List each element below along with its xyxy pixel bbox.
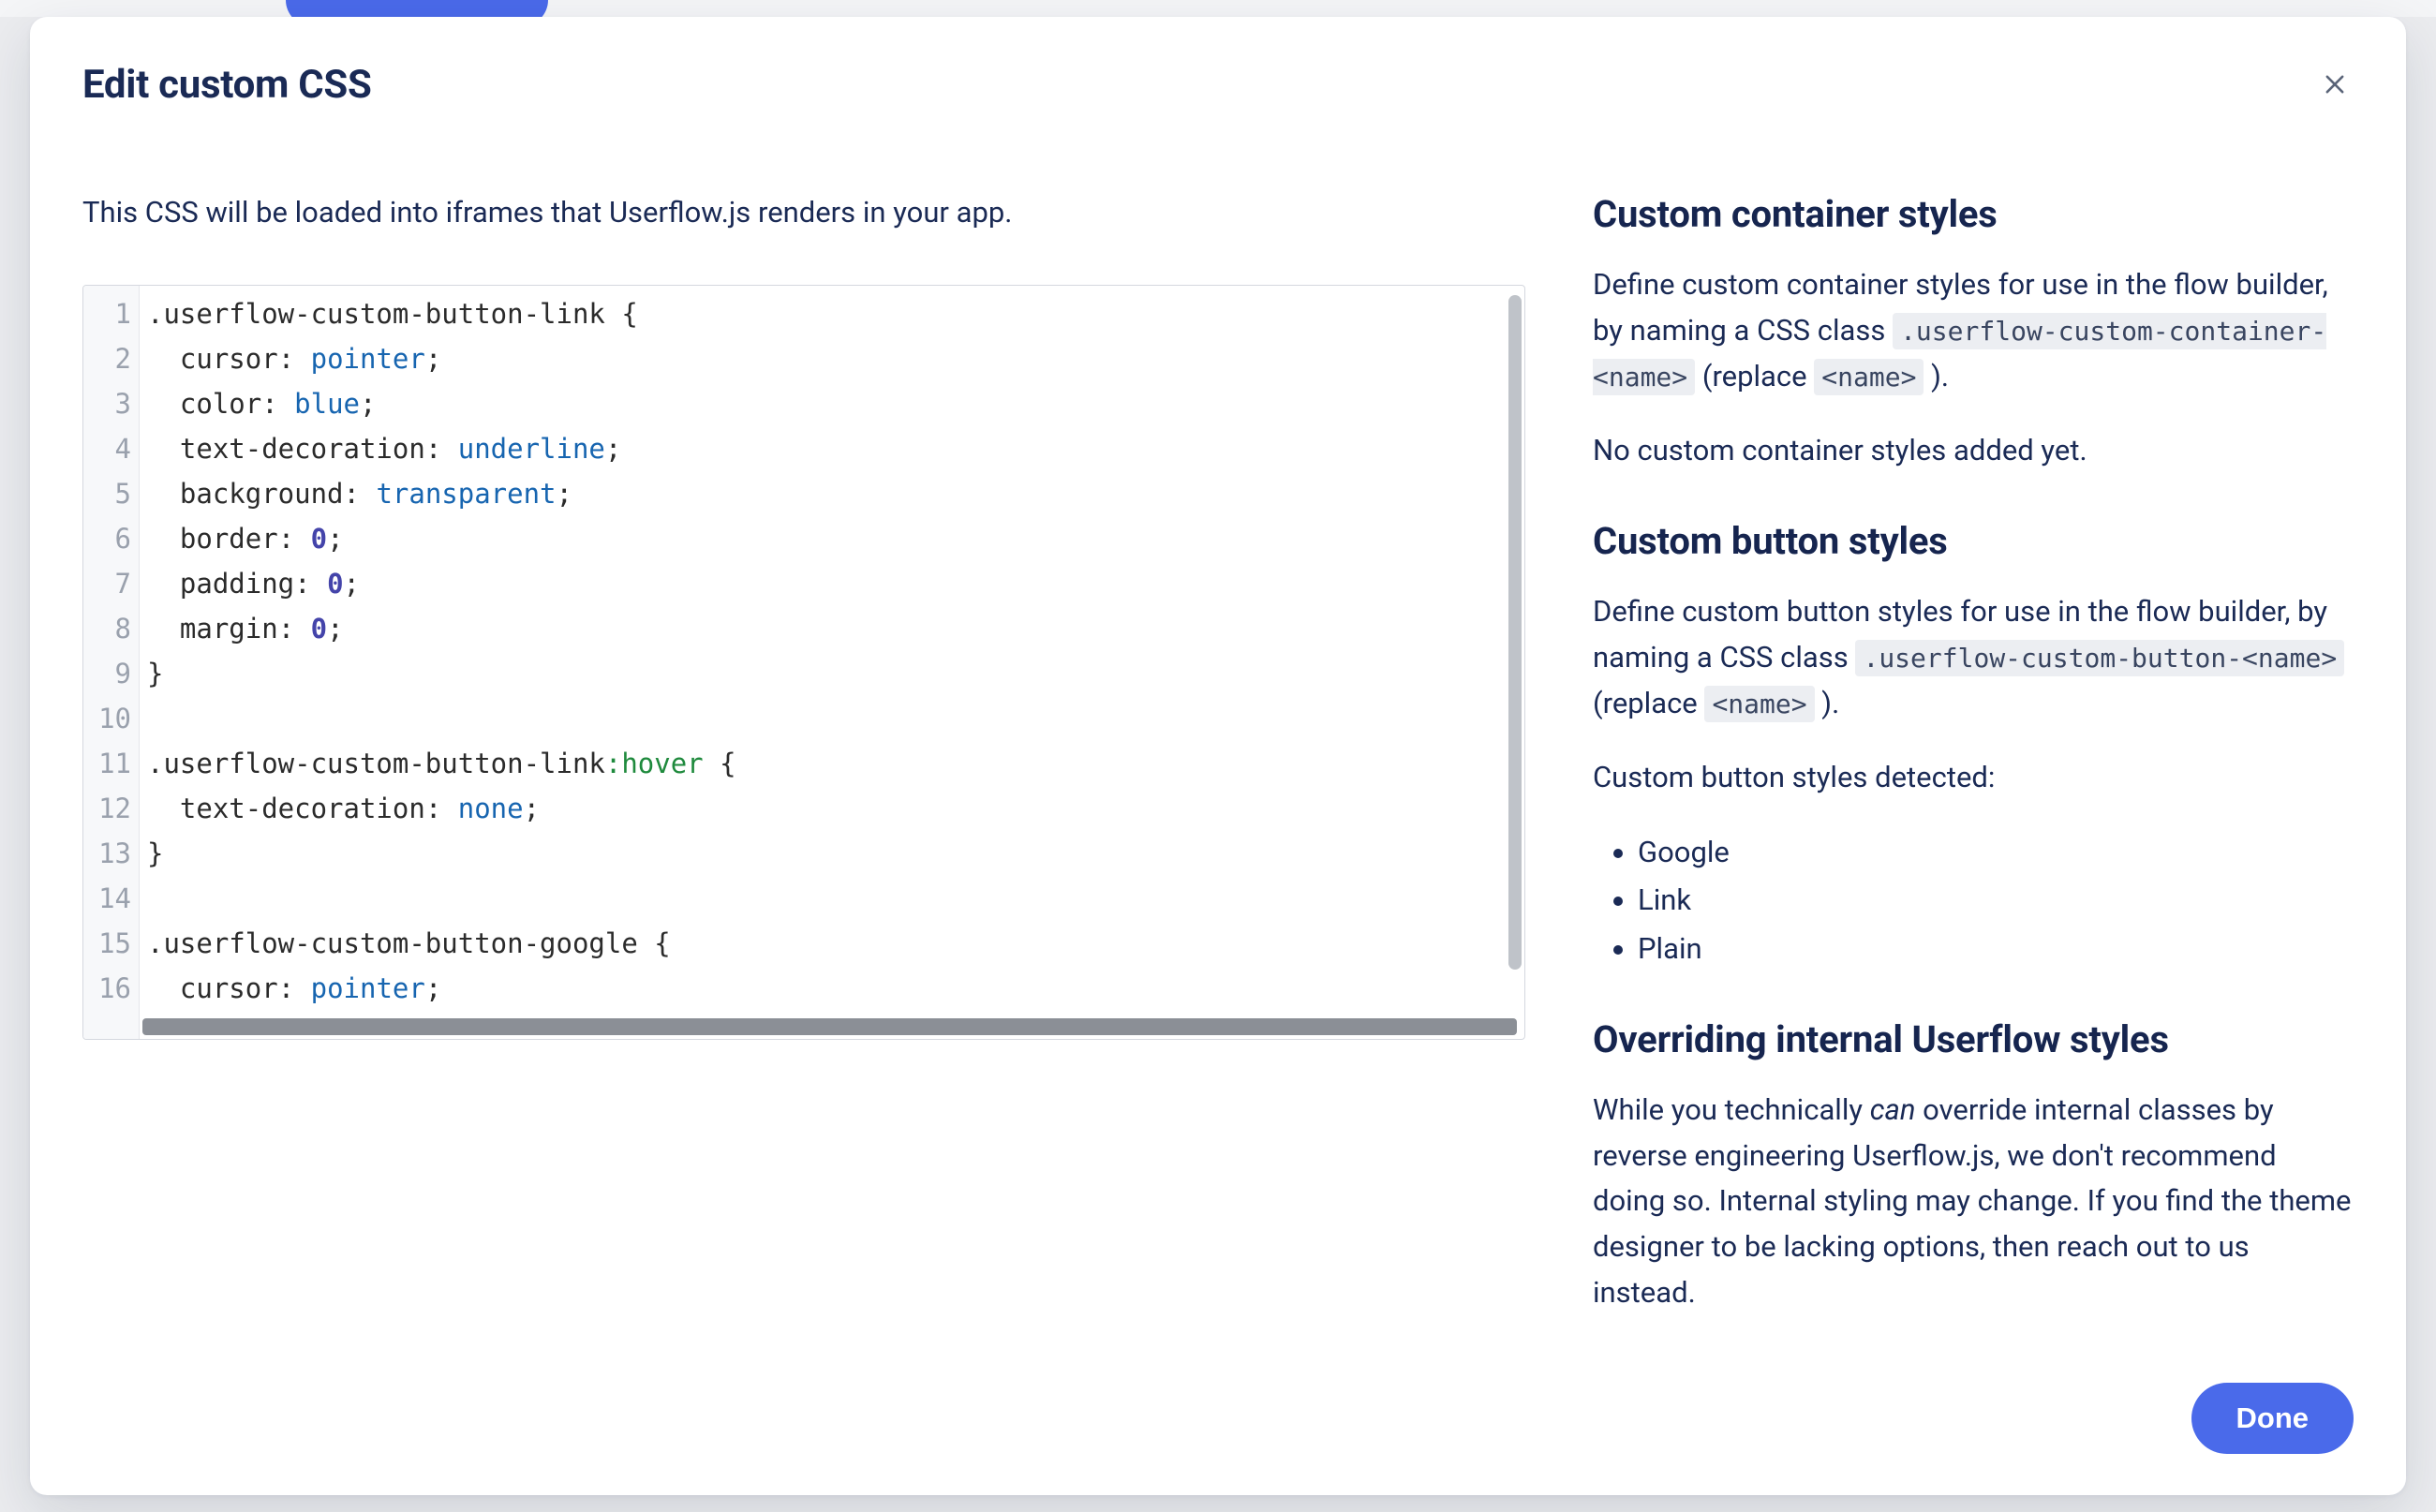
line-number: 13 — [83, 831, 139, 876]
line-number: 10 — [83, 696, 139, 741]
section-button-styles: Custom button styles Define custom butto… — [1593, 519, 2354, 972]
list-item: Google — [1638, 829, 2354, 876]
code-area[interactable]: .userflow-custom-button-link { cursor: p… — [140, 286, 1524, 1039]
line-number: 1 — [83, 291, 139, 336]
close-button[interactable] — [2316, 66, 2354, 103]
code-line: } — [147, 651, 1524, 696]
line-number: 14 — [83, 876, 139, 921]
section-container-styles: Custom container styles Define custom co… — [1593, 192, 2354, 474]
section-override: Overriding internal Userflow styles Whil… — [1593, 1017, 2354, 1317]
intro-text: This CSS will be loaded into iframes tha… — [82, 192, 1525, 234]
code-line: .userflow-custom-button-link { — [147, 291, 1524, 336]
modal-title: Edit custom CSS — [82, 62, 372, 108]
code-line: .userflow-custom-button-link:hover { — [147, 741, 1524, 786]
code-chip: .userflow-custom-button-<name> — [1855, 640, 2344, 676]
code-chip: <name> — [1704, 686, 1814, 722]
modal-footer: Done — [82, 1383, 2354, 1454]
help-sidebar: Custom container styles Define custom co… — [1593, 192, 2354, 1349]
line-number: 16 — [83, 966, 139, 1011]
code-line: color: blue; — [147, 381, 1524, 426]
code-line: .userflow-custom-button-google { — [147, 921, 1524, 966]
override-desc: While you technically can override inter… — [1593, 1088, 2354, 1317]
code-line: margin: 0; — [147, 606, 1524, 651]
code-chip: <name> — [1814, 359, 1924, 395]
line-number: 12 — [83, 786, 139, 831]
horizontal-scrollbar[interactable] — [142, 1018, 1517, 1035]
code-line: cursor: pointer; — [147, 966, 1524, 1011]
code-line: text-decoration: underline; — [147, 426, 1524, 471]
container-empty: No custom container styles added yet. — [1593, 428, 2354, 474]
line-number: 4 — [83, 426, 139, 471]
detected-label: Custom button styles detected: — [1593, 755, 2354, 801]
code-line: text-decoration: none; — [147, 786, 1524, 831]
modal-header: Edit custom CSS — [82, 62, 2354, 108]
list-item: Plain — [1638, 926, 2354, 972]
line-number: 7 — [83, 561, 139, 606]
container-desc: Define custom container styles for use i… — [1593, 262, 2354, 400]
line-number: 15 — [83, 921, 139, 966]
done-button[interactable]: Done — [2191, 1383, 2354, 1454]
detected-button-styles-list: GoogleLinkPlain — [1593, 829, 2354, 972]
close-icon — [2322, 86, 2348, 100]
line-number: 3 — [83, 381, 139, 426]
line-number: 6 — [83, 516, 139, 561]
code-gutter: 12345678910111213141516 — [83, 286, 140, 1039]
edit-css-modal: Edit custom CSS This CSS will be loaded … — [30, 17, 2406, 1495]
line-number: 5 — [83, 471, 139, 516]
css-code-editor[interactable]: 12345678910111213141516 .userflow-custom… — [82, 285, 1525, 1040]
code-line: } — [147, 831, 1524, 876]
code-line: cursor: pointer; — [147, 336, 1524, 381]
code-line — [147, 696, 1524, 741]
code-line: background: transparent; — [147, 471, 1524, 516]
vertical-scrollbar[interactable] — [1508, 295, 1522, 970]
line-number: 11 — [83, 741, 139, 786]
line-number: 9 — [83, 651, 139, 696]
button-desc: Define custom button styles for use in t… — [1593, 589, 2354, 727]
line-number: 8 — [83, 606, 139, 651]
code-line: padding: 0; — [147, 561, 1524, 606]
heading-container-styles: Custom container styles — [1593, 192, 2354, 236]
heading-button-styles: Custom button styles — [1593, 519, 2354, 563]
code-line: border: 0; — [147, 516, 1524, 561]
heading-override: Overriding internal Userflow styles — [1593, 1017, 2354, 1061]
line-number: 2 — [83, 336, 139, 381]
list-item: Link — [1638, 877, 2354, 924]
code-line — [147, 876, 1524, 921]
